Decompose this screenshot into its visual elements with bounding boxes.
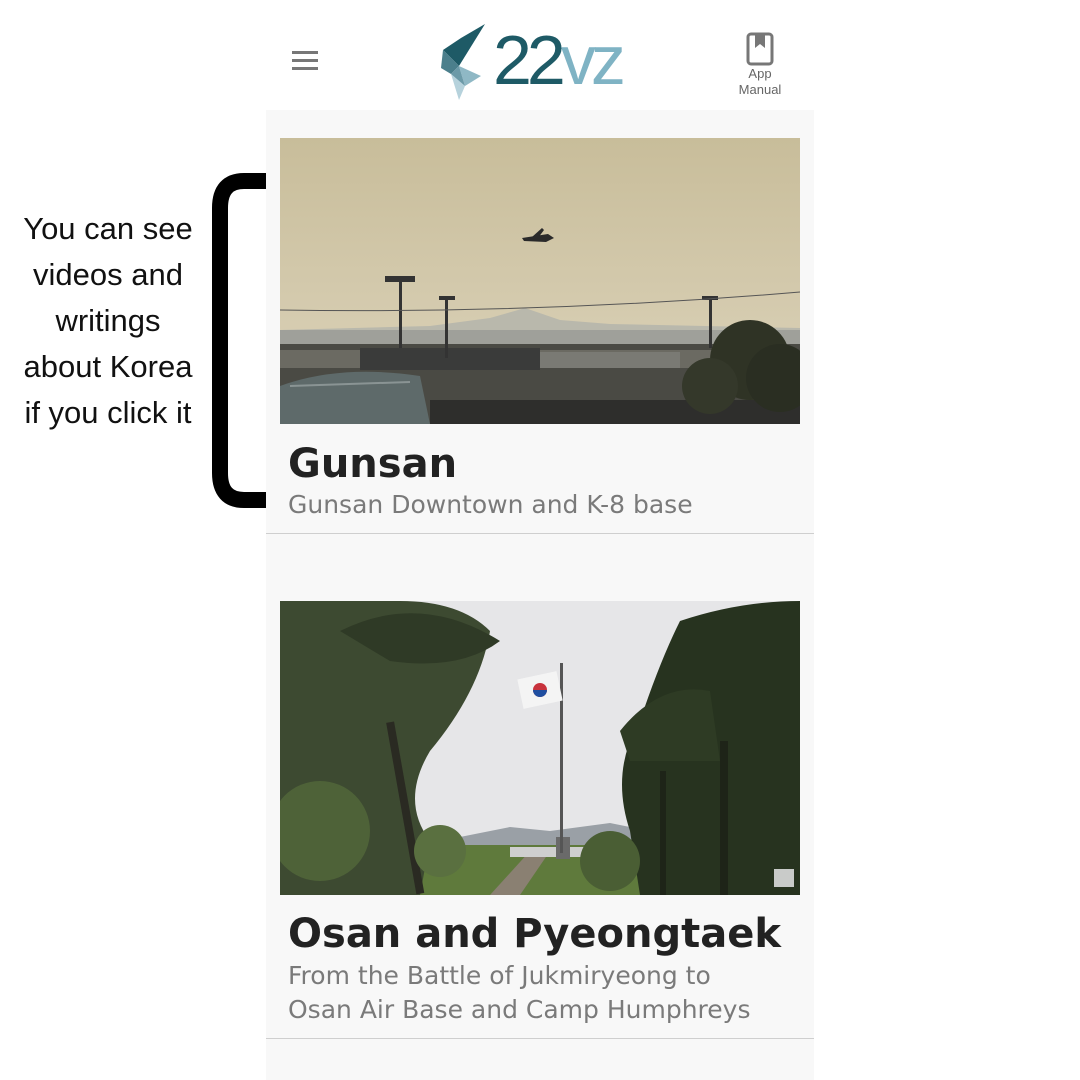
app-logo[interactable]: 22vz bbox=[439, 21, 639, 102]
card-subtitle-line: From the Battle of Jukmiryeong to bbox=[288, 961, 711, 990]
card-title[interactable]: Osan and Pyeongtaek bbox=[288, 910, 781, 958]
card-thumbnail[interactable] bbox=[280, 138, 800, 424]
manual-label-line1: App bbox=[748, 66, 772, 81]
region-card-osan-pyeongtaek[interactable]: Osan and Pyeongtaek From the Battle of J… bbox=[266, 572, 814, 1039]
manual-label-line2: Manual bbox=[738, 82, 782, 97]
airfield-photo bbox=[280, 138, 800, 424]
app-manual-button[interactable]: App Manual bbox=[728, 30, 792, 104]
card-subtitle-line: Osan Air Base and Camp Humphreys bbox=[288, 995, 751, 1024]
annotation-line: You can see bbox=[23, 211, 193, 246]
region-card-gunsan[interactable]: Gunsan Gunsan Downtown and K-8 base bbox=[266, 110, 814, 534]
content-feed: Gunsan Gunsan Downtown and K-8 base Osan… bbox=[266, 110, 814, 1080]
memorial-park-photo bbox=[280, 601, 800, 895]
card-title[interactable]: Gunsan bbox=[288, 440, 457, 488]
card-thumbnail[interactable] bbox=[280, 601, 800, 895]
app-header: 22vz App Manual bbox=[266, 0, 814, 110]
annotation-line: if you click it bbox=[24, 395, 192, 430]
bookmark-book-icon bbox=[746, 32, 774, 66]
logo-wordmark: 22vz bbox=[493, 21, 626, 99]
card-subtitle: From the Battle of Jukmiryeong to Osan A… bbox=[288, 959, 808, 1027]
annotation-line: about Korea bbox=[23, 349, 193, 384]
divider bbox=[266, 533, 814, 534]
divider bbox=[266, 1038, 814, 1039]
card-subtitle: Gunsan Downtown and K-8 base bbox=[288, 490, 693, 519]
logo-mark-icon bbox=[441, 24, 485, 100]
annotation-line: writings bbox=[55, 303, 161, 338]
annotation-line: videos and bbox=[33, 257, 183, 292]
hamburger-menu-icon[interactable] bbox=[290, 48, 320, 74]
annotation-text: You can see videos and writings about Ko… bbox=[0, 206, 216, 436]
